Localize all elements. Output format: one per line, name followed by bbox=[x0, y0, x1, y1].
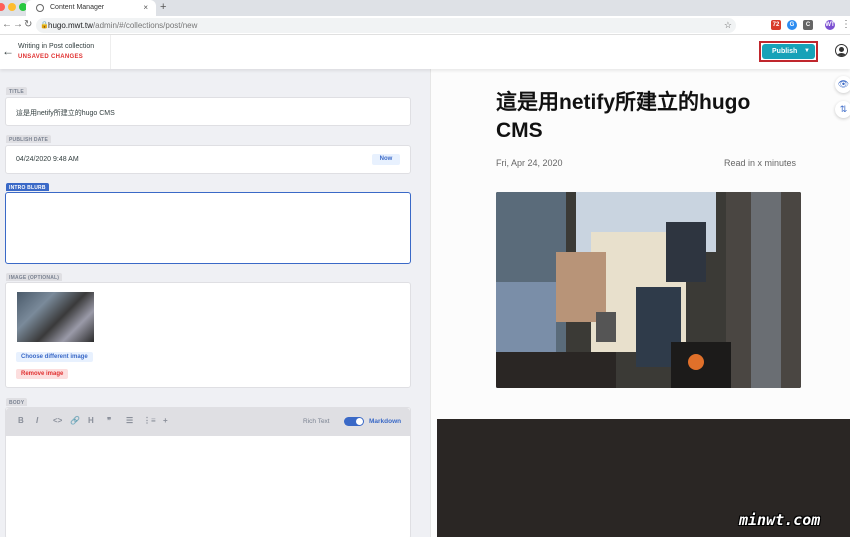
publish-date-field[interactable]: 04/24/2020 9:48 AM Now bbox=[5, 145, 411, 174]
image-thumbnail bbox=[17, 292, 94, 342]
add-component-icon[interactable]: + bbox=[163, 416, 168, 425]
rich-text-label: Rich Text bbox=[303, 418, 330, 425]
body-label: BODY bbox=[6, 398, 28, 406]
title-field[interactable]: 這是用netify所建立的hugo CMS bbox=[5, 97, 411, 126]
title-label: TITLE bbox=[6, 87, 27, 95]
publish-date-label: PUBLISH DATE bbox=[6, 135, 51, 143]
publish-label: Publish bbox=[772, 48, 798, 55]
new-tab-button[interactable]: + bbox=[160, 1, 166, 13]
cms-header: ← Writing in Post collection UNSAVED CHA… bbox=[0, 35, 850, 69]
bulleted-list-icon[interactable]: ☰ bbox=[126, 416, 133, 425]
image-label: IMAGE (OPTIONAL) bbox=[6, 273, 63, 281]
bookmark-star-icon[interactable]: ☆ bbox=[724, 20, 732, 31]
intro-blurb-label: INTRO BLURB bbox=[6, 183, 49, 191]
chevron-down-icon[interactable]: ▼ bbox=[804, 48, 810, 54]
url-field[interactable]: 🔒 hugo.mwt.tw/admin/#/collections/post/n… bbox=[36, 18, 736, 33]
preview-featured-image bbox=[496, 192, 801, 388]
heading-icon[interactable]: H bbox=[88, 416, 94, 425]
title-value: 這是用netify所建立的hugo CMS bbox=[16, 110, 115, 117]
body-field[interactable]: B I <> 🔗 H ❞ ☰ ⋮≡ + Rich Text Markdown bbox=[5, 407, 411, 537]
reload-icon[interactable]: ↻ bbox=[24, 19, 32, 30]
italic-icon[interactable]: I bbox=[36, 416, 38, 425]
tab-title: Content Manager bbox=[50, 4, 105, 11]
minimize-window-icon[interactable] bbox=[8, 3, 16, 11]
forward-icon[interactable]: → bbox=[13, 19, 23, 30]
bold-icon[interactable]: B bbox=[18, 416, 24, 425]
url-path: /admin/#/collections/post/new bbox=[92, 21, 198, 30]
body-toolbar: B I <> 🔗 H ❞ ☰ ⋮≡ + Rich Text Markdown bbox=[6, 408, 410, 436]
tab-content-manager[interactable]: Content Manager × bbox=[26, 0, 156, 16]
url-host: hugo.mwt.tw bbox=[48, 21, 93, 30]
markdown-toggle[interactable] bbox=[344, 417, 364, 426]
editor-pane: TITLE 這是用netify所建立的hugo CMS PUBLISH DATE… bbox=[0, 69, 430, 537]
tab-close-icon[interactable]: × bbox=[143, 3, 148, 12]
profile-avatar-icon[interactable]: WT bbox=[825, 20, 835, 30]
browser-tab-bar: Content Manager × + bbox=[0, 0, 850, 16]
now-button[interactable]: Now bbox=[372, 154, 400, 165]
address-bar-row: ← → ↻ 🔒 hugo.mwt.tw/admin/#/collections/… bbox=[0, 16, 850, 35]
publish-button[interactable]: Publish ▼ bbox=[762, 44, 815, 59]
user-avatar-icon[interactable] bbox=[835, 44, 848, 57]
browser-menu-icon[interactable]: ⋮ bbox=[841, 19, 850, 30]
sync-scroll-icon[interactable]: ⇅ bbox=[835, 101, 850, 118]
intro-blurb-field[interactable] bbox=[5, 192, 411, 264]
eye-icon[interactable]: 👁 bbox=[835, 76, 850, 93]
numbered-list-icon[interactable]: ⋮≡ bbox=[143, 416, 156, 425]
preview-read-time: Read in x minutes bbox=[724, 158, 797, 168]
unsaved-status: UNSAVED CHANGES bbox=[18, 54, 84, 60]
markdown-label: Markdown bbox=[369, 418, 402, 425]
code-icon[interactable]: <> bbox=[53, 416, 62, 425]
remove-image-button[interactable]: Remove image bbox=[16, 369, 69, 379]
featured-image-art bbox=[496, 192, 801, 388]
back-icon[interactable]: ← bbox=[2, 19, 12, 30]
close-window-icon[interactable] bbox=[0, 3, 5, 11]
collection-label[interactable]: Writing in Post collection bbox=[18, 43, 94, 50]
site-watermark: minwt.com bbox=[739, 511, 821, 529]
image-field: Choose different image Remove image bbox=[5, 282, 411, 388]
link-icon[interactable]: 🔗 bbox=[70, 416, 80, 425]
extension-icon-1[interactable]: 72 bbox=[771, 20, 781, 30]
extension-icon-2[interactable]: G bbox=[787, 20, 797, 30]
choose-image-button[interactable]: Choose different image bbox=[16, 352, 93, 362]
publish-date-value: 04/24/2020 9:48 AM bbox=[16, 156, 79, 163]
preview-title: 這是用netify所建立的hugo CMS bbox=[496, 91, 751, 142]
preview-date: Fri, Apr 24, 2020 bbox=[496, 158, 563, 168]
back-arrow-icon[interactable]: ← bbox=[2, 44, 14, 58]
preview-pane: 這是用netify所建立的hugo CMS Fri, Apr 24, 2020 … bbox=[430, 69, 850, 537]
quote-icon[interactable]: ❞ bbox=[107, 416, 111, 425]
lock-icon: 🔒 bbox=[40, 22, 49, 29]
header-divider bbox=[110, 35, 111, 69]
globe-icon bbox=[36, 4, 44, 12]
publish-highlight: Publish ▼ bbox=[759, 41, 818, 62]
